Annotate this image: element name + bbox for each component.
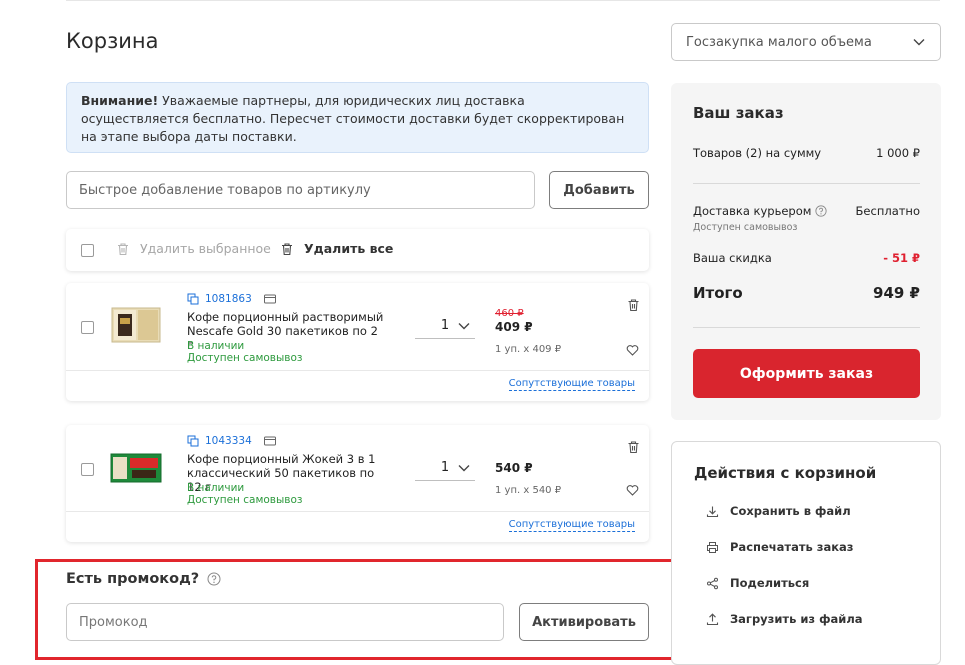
top-divider <box>66 0 940 1</box>
notice-bold: Внимание! <box>81 93 159 108</box>
quantity-value: 1 <box>440 317 450 333</box>
share-label: Поделиться <box>730 576 810 590</box>
related-products-link[interactable]: Сопутствующие товары <box>508 519 635 532</box>
in-stock-label: В наличии <box>187 340 245 352</box>
chevron-down-icon[interactable] <box>457 319 471 333</box>
stock-status: В наличии Доступен самовывоз <box>187 340 303 364</box>
card-icon <box>263 436 276 446</box>
cart-actions-panel: Действия с корзиной Сохранить в файл Рас… <box>671 441 941 665</box>
cart-toolbar: Удалить выбранное Удалить все <box>66 229 649 271</box>
download-icon <box>706 506 719 517</box>
order-summary: Ваш заказ Товаров (2) на сумму 1 000 ₽ Д… <box>671 83 941 420</box>
quantity-value: 1 <box>440 459 450 475</box>
purchase-type-value: Госзакупка малого объема <box>686 34 872 50</box>
trash-icon <box>118 242 128 255</box>
product-image[interactable] <box>108 300 164 350</box>
checkout-button[interactable]: Оформить заказ <box>693 349 920 398</box>
total-label: Итого <box>693 284 743 302</box>
delete-all-button[interactable]: Удалить все <box>280 241 393 256</box>
in-stock-label: В наличии <box>187 482 245 494</box>
trash-icon[interactable] <box>627 298 640 312</box>
discount-row: Ваша скидка - 51 ₽ <box>693 251 920 265</box>
article-number[interactable]: 1043334 <box>205 435 252 447</box>
product-image[interactable] <box>108 442 164 492</box>
unit-price: 1 уп. x 540 ₽ <box>495 485 562 496</box>
card-icon <box>263 294 276 304</box>
item-checkbox[interactable] <box>81 463 94 476</box>
delivery-label-wrap: Доставка курьером <box>693 204 828 218</box>
item-checkbox[interactable] <box>81 321 94 334</box>
copy-icon[interactable] <box>187 293 199 305</box>
print-order-label: Распечатать заказ <box>730 540 854 554</box>
upload-from-file-label: Загрузить из файла <box>730 612 863 626</box>
help-icon[interactable] <box>815 205 828 217</box>
trash-icon <box>282 242 292 255</box>
select-all-checkbox[interactable] <box>81 244 94 257</box>
article-number[interactable]: 1081863 <box>205 293 252 305</box>
goods-value: 1 000 ₽ <box>876 146 920 160</box>
delete-all-label: Удалить все <box>304 241 394 256</box>
article-row: 1081863 <box>187 293 276 305</box>
item-divider <box>66 511 649 512</box>
item-divider <box>66 370 649 371</box>
total-row: Итого 949 ₽ <box>693 284 920 302</box>
upload-icon <box>706 612 719 625</box>
order-title: Ваш заказ <box>693 104 784 122</box>
price: 409 ₽ <box>495 320 533 334</box>
article-row: 1043334 <box>187 435 276 447</box>
share-button[interactable]: Поделиться <box>706 576 809 590</box>
highlight-box <box>35 559 680 660</box>
delete-selected-button[interactable]: Удалить выбранное <box>116 241 271 256</box>
heart-icon[interactable] <box>626 344 639 357</box>
cart-item: 1043334 Кофе порционный Жокей 3 в 1 клас… <box>66 425 649 542</box>
stock-status: В наличии Доступен самовывоз <box>187 482 303 506</box>
unit-price: 1 уп. x 409 ₽ <box>495 344 562 355</box>
order-divider <box>693 183 920 184</box>
delivery-notice: Внимание! Уважаемые партнеры, для юридич… <box>66 82 649 153</box>
delivery-value: Бесплатно <box>855 204 920 218</box>
delivery-label: Доставка курьером <box>693 204 812 218</box>
chevron-down-icon[interactable] <box>457 461 471 475</box>
delete-selected-label: Удалить выбранное <box>140 241 271 256</box>
cart-item: 1081863 Кофе порционный растворимый Nesc… <box>66 283 649 401</box>
trash-icon[interactable] <box>627 440 640 454</box>
printer-icon <box>707 541 718 553</box>
chevron-down-icon <box>913 39 925 46</box>
goods-label: Товаров (2) на сумму <box>693 146 822 160</box>
article-input-placeholder: Быстрое добавление товаров по артикулу <box>79 182 371 198</box>
pickup-label: Доступен самовывоз <box>187 352 303 364</box>
order-divider <box>693 327 920 328</box>
total-value: 949 ₽ <box>873 284 920 302</box>
pickup-label: Доступен самовывоз <box>187 494 303 506</box>
cart-actions-title: Действия с корзиной <box>694 464 877 482</box>
save-to-file-label: Сохранить в файл <box>730 504 851 518</box>
related-products-link[interactable]: Сопутствующие товары <box>508 378 635 391</box>
pickup-note: Доступен самовывоз <box>693 222 798 233</box>
price: 540 ₽ <box>495 461 533 475</box>
goods-row: Товаров (2) на сумму 1 000 ₽ <box>693 146 920 160</box>
upload-from-file-button[interactable]: Загрузить из файла <box>706 612 863 626</box>
discount-label: Ваша скидка <box>693 251 772 265</box>
save-to-file-button[interactable]: Сохранить в файл <box>706 504 851 518</box>
article-quick-add-input[interactable]: Быстрое добавление товаров по артикулу <box>66 171 535 209</box>
share-icon <box>707 577 718 589</box>
page-title: Корзина <box>66 29 159 53</box>
notice-text: Уважаемые партнеры, для юридических лиц … <box>81 93 625 144</box>
delivery-row: Доставка курьером Бесплатно <box>693 204 920 218</box>
add-button[interactable]: Добавить <box>549 171 649 209</box>
copy-icon[interactable] <box>187 435 199 447</box>
print-order-button[interactable]: Распечатать заказ <box>706 540 853 554</box>
purchase-type-select[interactable]: Госзакупка малого объема <box>671 23 941 61</box>
old-price: 460 ₽ <box>495 308 524 319</box>
discount-value: - 51 ₽ <box>883 251 920 265</box>
heart-icon[interactable] <box>626 484 639 497</box>
